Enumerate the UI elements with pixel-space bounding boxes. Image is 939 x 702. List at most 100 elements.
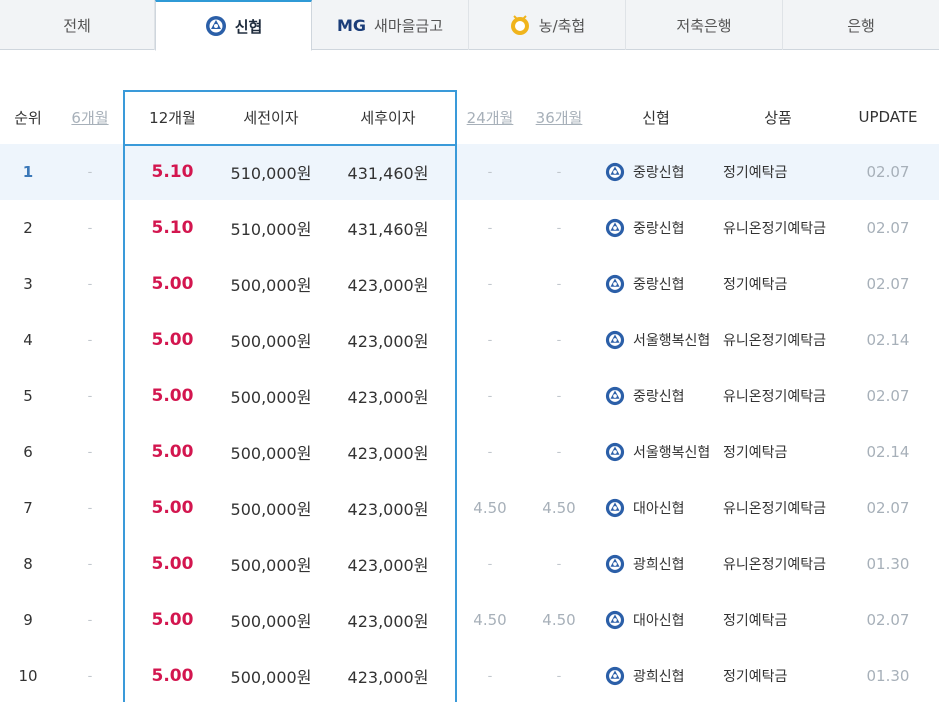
header-bank: 신협 — [642, 108, 670, 127]
post-tax-interest-cell: 423,000원 — [347, 500, 429, 519]
tab-label: 신협 — [234, 17, 263, 36]
bank-cell[interactable]: 중랑신협 — [593, 218, 719, 238]
rate-12m-cell: 5.10 — [151, 162, 194, 182]
product-cell[interactable]: 유니온정기예탁금 — [719, 218, 837, 238]
sinhyup-logo-icon — [605, 218, 625, 238]
pre-tax-interest-cell: 500,000원 — [230, 612, 312, 631]
rate-6m-cell: - — [87, 220, 93, 236]
header-update: UPDATE — [858, 108, 918, 126]
sinhyup-logo-icon — [605, 554, 625, 574]
post-tax-interest-cell: 423,000원 — [347, 332, 429, 351]
rank-cell: 7 — [23, 499, 33, 517]
sinhyup-logo-icon — [605, 442, 625, 462]
table-row[interactable]: 4 - 5.00 500,000원 423,000원 - - 서울행복신협 유니온정기예탁금 02… — [0, 312, 939, 368]
rank-cell: 5 — [23, 387, 33, 405]
bank-cell[interactable]: 광희신협 — [593, 666, 719, 686]
rate-36m-cell: - — [556, 388, 562, 404]
update-date-cell: 02.14 — [866, 331, 910, 349]
rate-12m-cell: 5.00 — [151, 666, 194, 686]
sinhyup-logo-icon — [605, 162, 625, 182]
header-pre-tax-interest: 세전이자 — [243, 108, 299, 127]
bank-cell[interactable]: 대아신협 — [593, 610, 719, 630]
table-row[interactable]: 6 - 5.00 500,000원 423,000원 - - 서울행복신협 정기예탁금 02.14 — [0, 424, 939, 480]
table-row[interactable]: 2 - 5.10 510,000원 431,460원 - - 중랑신협 유니온정기예탁금 02.0… — [0, 200, 939, 256]
rate-12m-cell: 5.00 — [151, 330, 194, 350]
table-row[interactable]: 10 - 5.00 500,000원 423,000원 - - 광희신협 정기예탁금 01.30 — [0, 648, 939, 702]
product-cell[interactable]: 정기예탁금 — [719, 666, 837, 686]
rate-36m-cell: - — [556, 332, 562, 348]
product-cell[interactable]: 정기예탁금 — [719, 274, 837, 294]
rate-24m-cell: - — [487, 276, 493, 292]
header-12-months[interactable]: 12개월 — [124, 107, 221, 128]
rate-36m-cell: - — [556, 220, 562, 236]
pre-tax-interest-cell: 510,000원 — [230, 220, 312, 239]
table-row[interactable]: 3 - 5.00 500,000원 423,000원 - - 중랑신협 정기예탁금 02.07 — [0, 256, 939, 312]
tab-all[interactable]: 전체 — [0, 0, 155, 50]
table-row[interactable]: 8 - 5.00 500,000원 423,000원 - - 광희신협 유니온정기예탁금 01.3… — [0, 536, 939, 592]
tab-label: 저축은행 — [676, 16, 732, 35]
rate-24m-cell: - — [487, 164, 493, 180]
bank-name: 중랑신협 — [633, 165, 685, 181]
bank-cell[interactable]: 서울행복신협 — [593, 442, 719, 462]
product-cell[interactable]: 정기예탁금 — [719, 610, 837, 630]
rate-24m-cell: - — [487, 668, 493, 684]
bank-name: 중랑신협 — [633, 277, 685, 293]
product-cell[interactable]: 유니온정기예탁금 — [719, 554, 837, 574]
tab-nonghyup[interactable]: 농/축협 — [469, 0, 626, 50]
product-cell[interactable]: 유니온정기예탁금 — [719, 330, 837, 350]
rate-36m-cell: - — [556, 276, 562, 292]
rate-36m-cell: - — [556, 164, 562, 180]
product-cell[interactable]: 유니온정기예탁금 — [719, 386, 837, 406]
rate-36m-cell: - — [556, 444, 562, 460]
product-cell[interactable]: 정기예탁금 — [719, 162, 837, 182]
post-tax-interest-cell: 431,460원 — [347, 220, 429, 239]
table-row[interactable]: 9 - 5.00 500,000원 423,000원 4.50 4.50 대아신협 정기예탁금 0… — [0, 592, 939, 648]
header-post-tax-interest: 세후이자 — [360, 108, 416, 127]
header-24-months[interactable]: 24개월 — [455, 107, 525, 128]
rate-36m-cell: 4.50 — [542, 611, 576, 629]
pre-tax-interest-cell: 500,000원 — [230, 500, 312, 519]
table-row[interactable]: 1 - 5.10 510,000원 431,460원 - - 중랑신협 정기예탁금 02.07 — [0, 144, 939, 200]
bank-cell[interactable]: 중랑신협 — [593, 162, 719, 182]
bank-cell[interactable]: 중랑신협 — [593, 274, 719, 294]
post-tax-interest-cell: 423,000원 — [347, 612, 429, 631]
header-36-months[interactable]: 36개월 — [525, 107, 593, 128]
header-6-months[interactable]: 6개월 — [56, 107, 124, 128]
bank-cell[interactable]: 대아신협 — [593, 498, 719, 518]
rank-cell: 2 — [23, 219, 33, 237]
tab-savings-bank[interactable]: 저축은행 — [626, 0, 783, 50]
bank-cell[interactable]: 광희신협 — [593, 554, 719, 574]
header-product: 상품 — [764, 108, 792, 127]
rank-cell: 8 — [23, 555, 33, 573]
sinhyup-logo-icon — [605, 498, 625, 518]
update-date-cell: 01.30 — [866, 667, 910, 685]
rate-24m-cell: - — [487, 444, 493, 460]
tab-sinhyup[interactable]: 신협 — [155, 0, 312, 51]
pre-tax-interest-cell: 500,000원 — [230, 556, 312, 575]
rate-24m-cell: 4.50 — [473, 499, 507, 517]
rate-12m-cell: 5.10 — [151, 218, 194, 238]
nonghyup-logo-icon — [509, 14, 531, 36]
sinhyup-logo-icon — [605, 610, 625, 630]
tab-bank[interactable]: 은행 — [783, 0, 939, 50]
rate-24m-cell: - — [487, 388, 493, 404]
rate-6m-cell: - — [87, 388, 93, 404]
update-date-cell: 02.07 — [866, 499, 910, 517]
rate-6m-cell: - — [87, 164, 93, 180]
sinhyup-logo-icon — [605, 274, 625, 294]
pre-tax-interest-cell: 510,000원 — [230, 164, 312, 183]
bank-name: 서울행복신협 — [633, 445, 711, 461]
tab-saemaeul[interactable]: MG 새마을금고 — [312, 0, 469, 50]
rate-12m-cell: 5.00 — [151, 386, 194, 406]
rate-6m-cell: - — [87, 444, 93, 460]
pre-tax-interest-cell: 500,000원 — [230, 276, 312, 295]
bank-cell[interactable]: 서울행복신협 — [593, 330, 719, 350]
update-date-cell: 02.14 — [866, 443, 910, 461]
product-cell[interactable]: 정기예탁금 — [719, 442, 837, 462]
bank-cell[interactable]: 중랑신협 — [593, 386, 719, 406]
table-row[interactable]: 5 - 5.00 500,000원 423,000원 - - 중랑신협 유니온정기예탁금 02.0… — [0, 368, 939, 424]
post-tax-interest-cell: 423,000원 — [347, 556, 429, 575]
table-row[interactable]: 7 - 5.00 500,000원 423,000원 4.50 4.50 대아신협 유니온정기예… — [0, 480, 939, 536]
product-cell[interactable]: 유니온정기예탁금 — [719, 498, 837, 518]
rate-6m-cell: - — [87, 500, 93, 516]
